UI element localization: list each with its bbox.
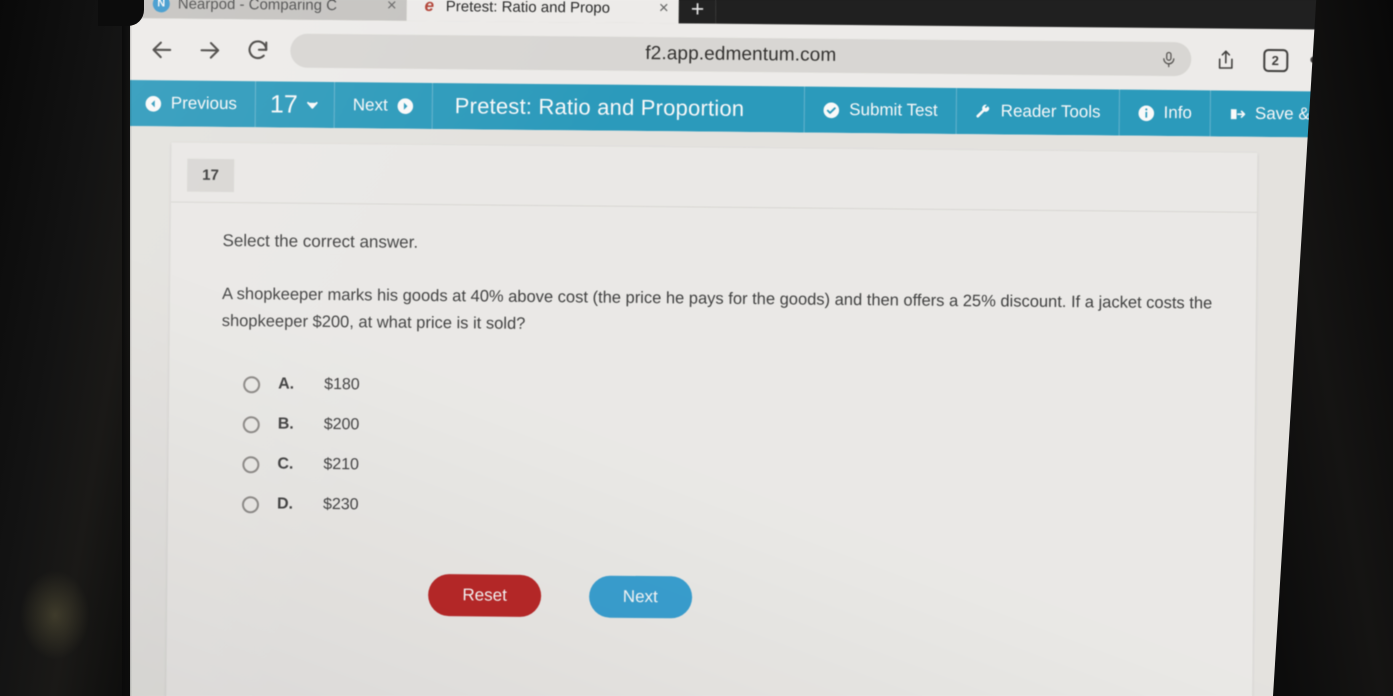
next-label: Next [352,95,388,115]
browser-tab-pretest[interactable]: e Pretest: Ratio and Propo × [406,0,679,24]
radio-button-icon[interactable] [241,496,260,514]
close-icon[interactable]: × [657,0,671,18]
tablet-bezel-left [0,0,132,696]
page-content: 17 Select the correct answer. A shopkeep… [120,126,1361,696]
choice-letter: B. [277,415,294,434]
page-number-dropdown[interactable]: 17 [255,81,336,129]
choice-letter: D. [276,495,294,514]
action-buttons: Reset Next [219,572,1231,624]
reader-tools-label: Reader Tools [1000,101,1101,122]
submit-test-label: Submit Test [849,99,938,120]
new-tab-button[interactable]: + [678,0,717,24]
nearpod-icon: N [152,0,170,12]
question-prompt: Select the correct answer. [222,230,419,252]
choice-letter: C. [277,455,294,474]
close-icon[interactable]: × [385,0,399,16]
back-arrow-icon[interactable] [140,28,182,70]
answer-choice-list: A. $180 B. $200 C. $210 D. $230 [241,365,1233,535]
browser-tab-nearpod[interactable]: N Nearpod - Comparing C × [138,0,407,21]
exit-icon [1229,105,1246,122]
browser-address-bar: f2.app.edmentum.com 2 ••• [126,18,1362,92]
info-button[interactable]: Info [1118,89,1211,137]
choice-value: $180 [324,376,360,394]
choice-letter: A. [278,375,295,394]
submit-test-button[interactable]: Submit Test [803,86,956,134]
previous-arrow-icon [145,95,162,112]
choice-value: $230 [322,496,359,514]
tab-count-label: 2 [1262,48,1288,72]
tab-title: Pretest: Ratio and Propo [445,0,611,17]
toolbar-right-group: Submit Test Reader Tools Info Save & Exi… [803,86,1362,138]
choice-value: $200 [323,416,360,434]
url-input[interactable]: f2.app.edmentum.com [290,33,1192,77]
forward-arrow-icon[interactable] [188,29,230,71]
tab-count-button[interactable]: 2 [1253,39,1297,81]
radio-button-icon[interactable] [243,376,261,394]
previous-label: Previous [170,93,238,114]
tab-title: Nearpod - Comparing C [177,0,338,14]
tablet-screen: N Nearpod - Comparing C × e Pretest: Rat… [120,0,1362,696]
tablet-bezel-notch [98,0,144,26]
radio-button-icon[interactable] [242,416,260,434]
microphone-icon[interactable] [1155,46,1181,72]
info-circle-icon [1137,104,1154,121]
wrench-icon [975,103,992,120]
share-icon[interactable] [1203,38,1247,80]
question-card: 17 Select the correct answer. A shopkeep… [165,142,1258,696]
chevron-down-icon [305,97,320,112]
next-button-toolbar[interactable]: Next [334,82,433,129]
question-number-badge: 17 [186,158,235,193]
reload-icon[interactable] [236,29,278,71]
next-button[interactable]: Next [588,575,693,619]
question-text: A shopkeeper marks his goods at 40% abov… [221,284,1213,333]
check-circle-icon [823,101,840,118]
question-body: Select the correct answer. A shopkeeper … [167,202,1257,624]
page-title: Pretest: Ratio and Proportion [454,93,745,121]
tablet-photo: N Nearpod - Comparing C × e Pretest: Rat… [0,0,1393,696]
previous-button[interactable]: Previous [125,80,257,128]
answer-choice-d[interactable]: D. $230 [241,485,1232,535]
edmentum-icon: e [424,0,435,15]
radio-button-icon[interactable] [242,456,260,474]
choice-value: $210 [323,456,360,474]
page-number-label: 17 [269,89,298,119]
reader-tools-button[interactable]: Reader Tools [955,87,1119,136]
info-label: Info [1163,102,1193,123]
reset-button[interactable]: Reset [428,574,542,618]
url-text: f2.app.edmentum.com [645,43,837,66]
next-arrow-icon [397,97,414,114]
